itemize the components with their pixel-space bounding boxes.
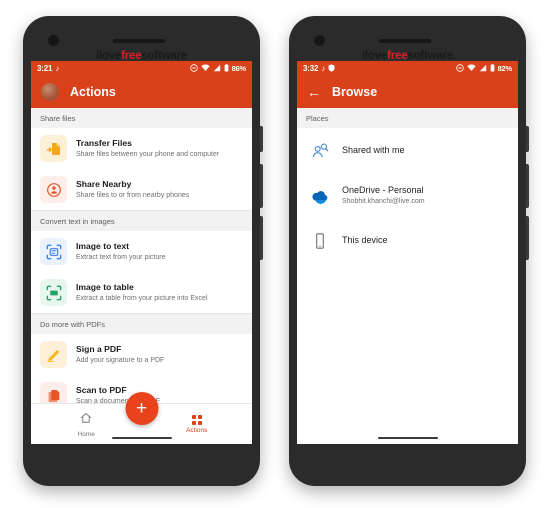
cast-icon — [189, 63, 198, 74]
status-time: 3:21 — [37, 64, 53, 73]
nav-item-actions[interactable]: Actions — [171, 414, 223, 434]
list-item-subtitle: Share files to or from nearby phones — [76, 191, 190, 199]
wifi-icon — [466, 63, 476, 74]
onedrive-cloud-icon — [306, 182, 333, 209]
front-camera-icon — [48, 35, 59, 46]
earpiece-speaker — [113, 39, 165, 43]
wifi-icon — [200, 63, 210, 74]
this-device-phone-icon — [306, 227, 333, 254]
signal-icon — [479, 64, 487, 74]
status-bar-left: 3:21 ♪ 86% — [31, 61, 252, 76]
list-item-title: Share Nearby — [76, 179, 132, 190]
list-item-transfer-files[interactable]: Transfer Files Share files between your … — [31, 128, 252, 169]
list-item-title: Image to text — [76, 241, 130, 252]
grid-dots-icon — [191, 414, 202, 425]
avatar[interactable] — [41, 83, 59, 101]
phone-device-right: 3:32 ♪ 82% ← Browse Places Shared with m… — [289, 16, 529, 486]
shared-with-me-person-icon — [306, 137, 333, 164]
list-item-subtitle: Extract a table from your picture into E… — [76, 294, 208, 302]
section-header-places: Places — [297, 108, 518, 128]
battery-icon — [490, 63, 495, 74]
list-item-title: Shared with me — [342, 144, 405, 155]
nav-item-label: Home — [77, 430, 95, 438]
app-bar-left: Actions — [31, 76, 252, 108]
app-bar-right: ← Browse — [297, 76, 518, 108]
page-title: Actions — [70, 85, 116, 99]
list-item-shared-with-me[interactable]: Shared with me — [297, 128, 518, 173]
battery-percent: 86% — [231, 64, 247, 73]
browse-list[interactable]: Places Shared with me OneDrive - Persona… — [297, 108, 518, 444]
phone-device-left: 3:21 ♪ 86% Actions Share files Transfer … — [23, 16, 263, 486]
section-header-convert-text: Convert text in images — [31, 211, 252, 231]
image-to-table-scan-icon — [40, 279, 67, 306]
share-nearby-icon — [40, 176, 67, 203]
nav-item-home[interactable]: Home — [60, 411, 112, 438]
status-time: 3:32 — [303, 64, 319, 73]
volume-up-button[interactable] — [526, 164, 529, 208]
back-arrow-icon[interactable]: ← — [307, 85, 321, 99]
image-to-text-scan-icon — [40, 238, 67, 265]
list-item-subtitle: Shobhit.khanchi@live.com — [342, 198, 425, 206]
front-camera-icon — [314, 35, 325, 46]
list-item-title: This device — [342, 234, 388, 245]
music-note-icon: ♪ — [55, 63, 60, 73]
home-indicator — [377, 437, 438, 439]
screenshot-stage: 3:21 ♪ 86% Actions Share files Transfer … — [0, 0, 549, 508]
list-item-title: Transfer Files — [76, 138, 132, 149]
list-item-title: Image to table — [76, 282, 134, 293]
volume-down-button[interactable] — [260, 216, 263, 260]
list-item-title: OneDrive - Personal — [342, 184, 424, 195]
list-item-image-to-text[interactable]: Image to text Extract text from your pic… — [31, 231, 252, 272]
battery-percent: 82% — [497, 64, 513, 73]
file-transfer-icon — [40, 135, 67, 162]
list-item-image-to-table[interactable]: Image to table Extract a table from your… — [31, 272, 252, 313]
music-note-icon: ♪ — [321, 63, 326, 73]
phone-screen-right: 3:32 ♪ 82% ← Browse Places Shared with m… — [297, 61, 518, 444]
home-icon — [80, 411, 92, 429]
shield-icon — [328, 63, 335, 74]
power-button[interactable] — [260, 126, 263, 152]
bottom-navigation-bar[interactable]: Home Actions + — [31, 392, 252, 444]
list-item-onedrive-personal[interactable]: OneDrive - Personal Shobhit.khanchi@live… — [297, 173, 518, 218]
add-fab-button[interactable]: + — [125, 392, 158, 425]
earpiece-speaker — [379, 39, 431, 43]
list-item-subtitle: Share files between your phone and compu… — [76, 150, 220, 158]
section-header-pdfs: Do more with PDFs — [31, 314, 252, 334]
battery-icon — [224, 63, 229, 74]
page-title: Browse — [332, 85, 378, 99]
nav-item-label: Actions — [186, 426, 208, 434]
volume-up-button[interactable] — [260, 164, 263, 208]
power-button[interactable] — [526, 126, 529, 152]
list-item-sign-a-pdf[interactable]: Sign a PDF Add your signature to a PDF — [31, 334, 252, 375]
pencil-sign-icon — [40, 341, 67, 368]
volume-down-button[interactable] — [526, 216, 529, 260]
section-header-share-files: Share files — [31, 108, 252, 128]
cast-icon — [455, 63, 464, 74]
list-item-this-device[interactable]: This device — [297, 218, 518, 263]
list-item-subtitle: Extract text from your picture — [76, 253, 166, 261]
home-indicator — [111, 437, 172, 439]
list-item-share-nearby[interactable]: Share Nearby Share files to or from near… — [31, 169, 252, 210]
phone-screen-left: 3:21 ♪ 86% Actions Share files Transfer … — [31, 61, 252, 444]
status-bar-right: 3:32 ♪ 82% — [297, 61, 518, 76]
list-item-title: Sign a PDF — [76, 344, 122, 355]
actions-list[interactable]: Share files Transfer Files Share files b… — [31, 108, 252, 444]
list-item-subtitle: Add your signature to a PDF — [76, 356, 165, 364]
signal-icon — [213, 64, 221, 74]
